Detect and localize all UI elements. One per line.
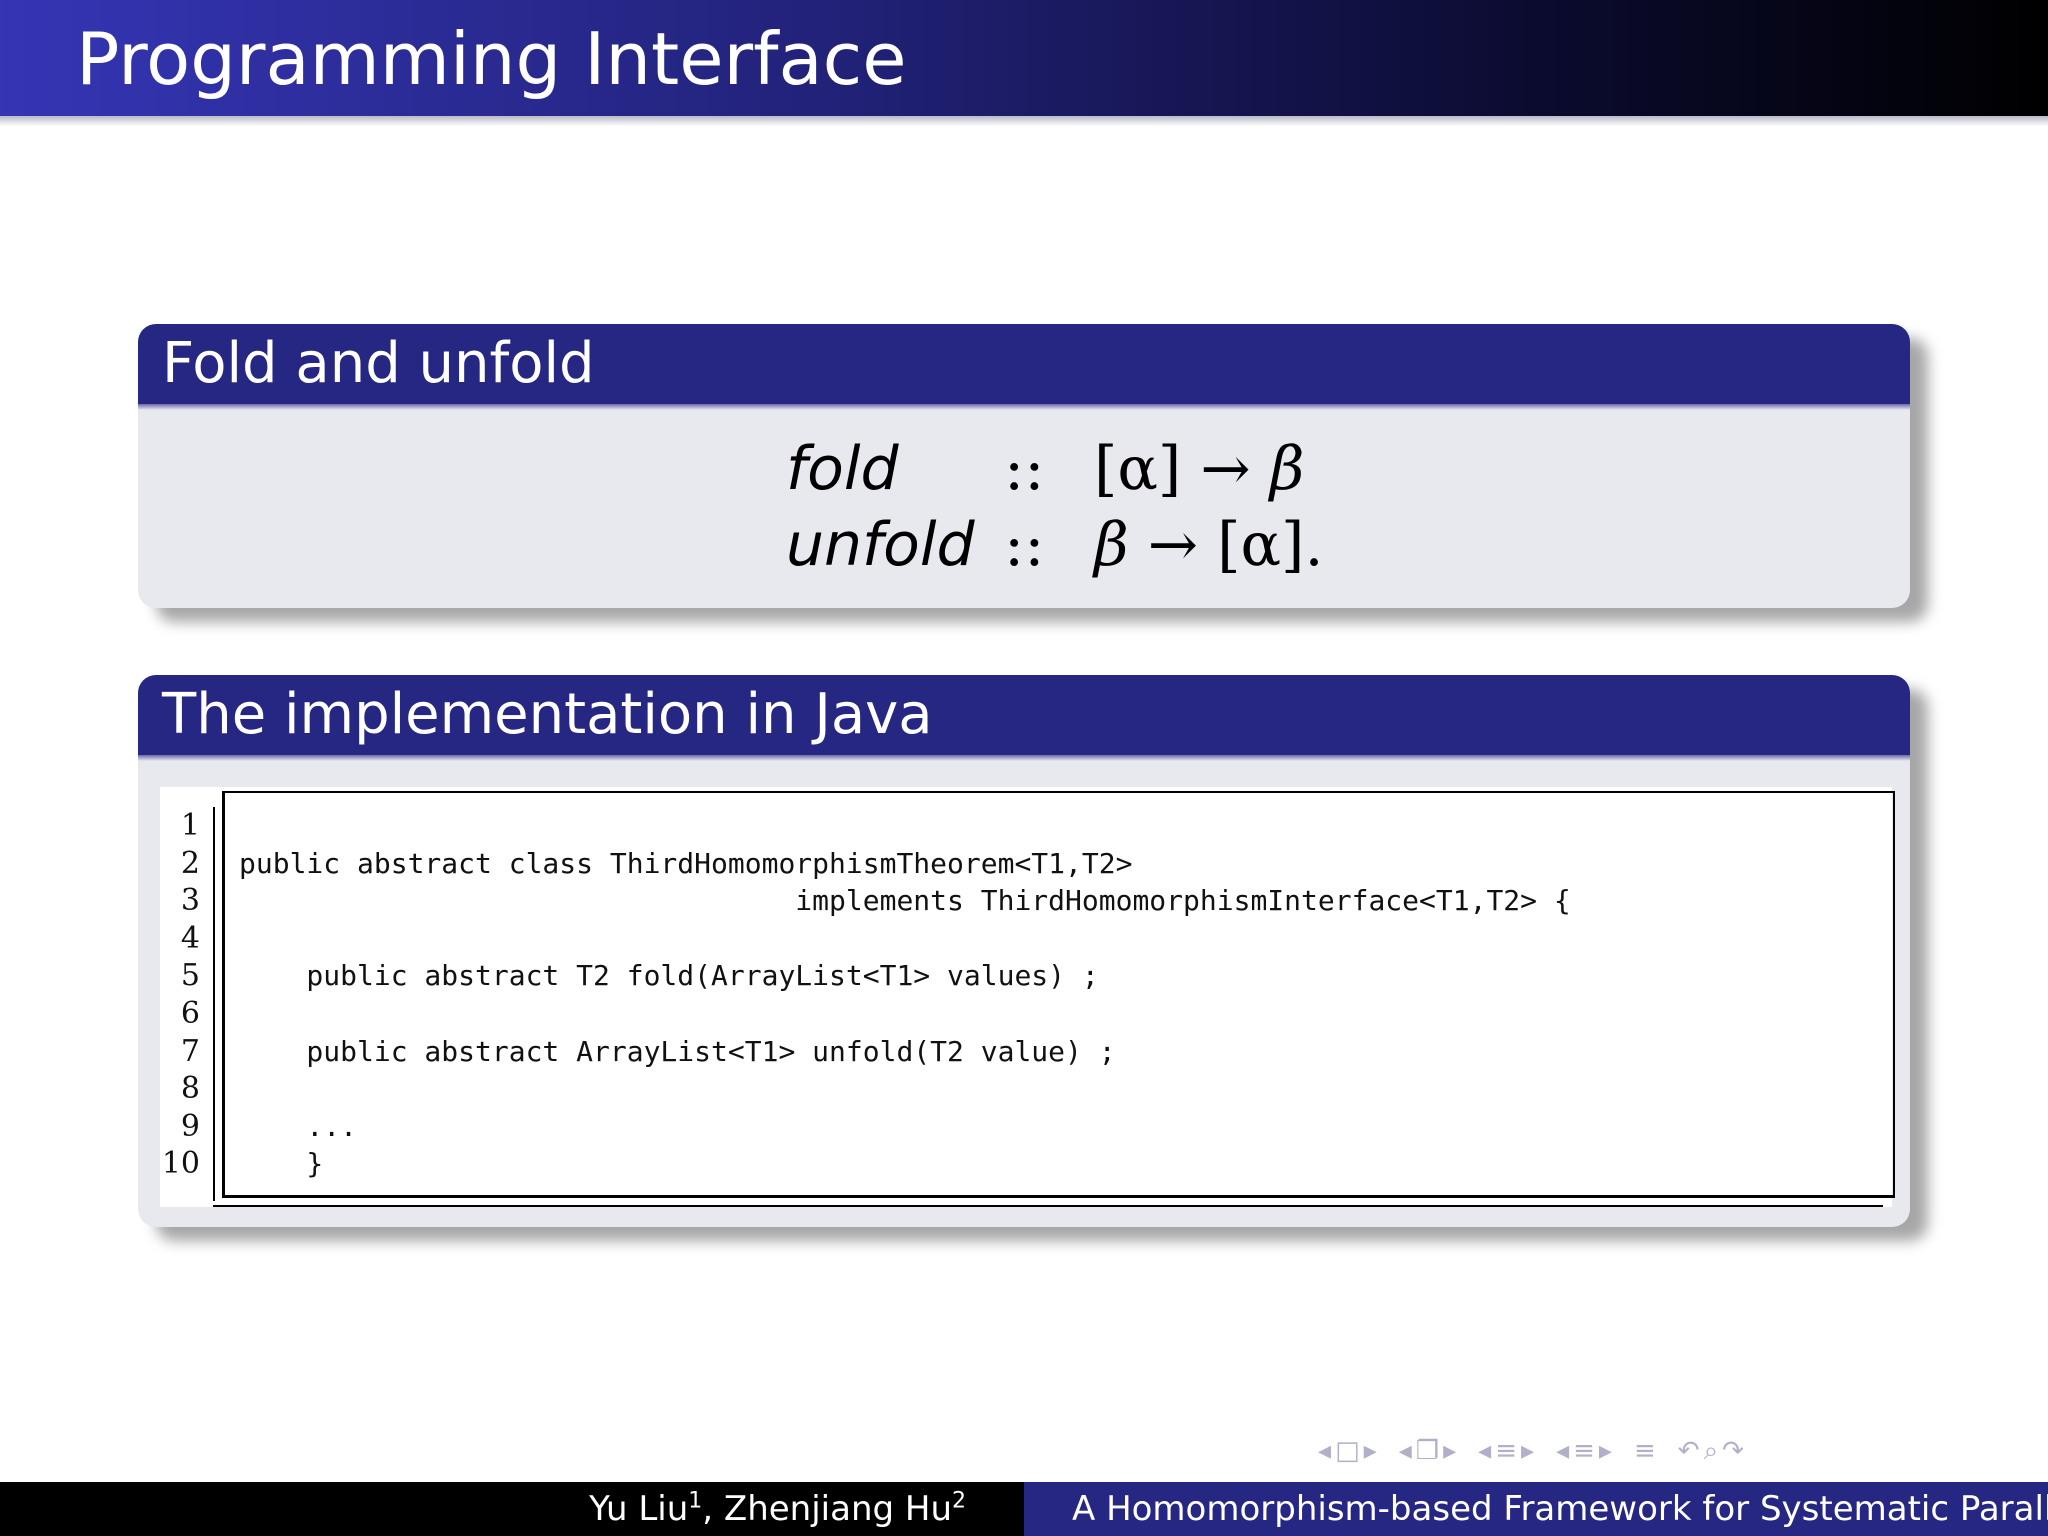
fold-block-title: Fold and unfold xyxy=(138,324,1910,410)
line-number: 8 xyxy=(180,1071,200,1107)
nav-left-icon[interactable]: ◂ xyxy=(1399,1434,1412,1468)
footer-talk-title: A Homomorphism-based Framework for Syste… xyxy=(1072,1489,2048,1529)
equation-sep: :: xyxy=(1004,434,1045,504)
equation-rhs: β → [α]. xyxy=(1094,510,1324,580)
code-frame: public abstract class ThirdHomomorphismT… xyxy=(213,791,1895,1207)
code-listing: 1 2 3 4 5 6 7 8 9 10 public abstract class ThirdH… xyxy=(160,787,1895,1207)
section-icon[interactable]: ≡ xyxy=(1573,1434,1595,1468)
nav-left-icon[interactable]: ◂ xyxy=(1556,1434,1569,1468)
align-icon[interactable]: ≡ xyxy=(1634,1434,1656,1468)
line-number: 7 xyxy=(180,1033,200,1069)
line-number: 6 xyxy=(180,995,200,1031)
line-number: 1 xyxy=(180,808,200,843)
code-line: implements ThirdHomomorphismInterface<T1… xyxy=(239,884,1571,918)
code-line: public abstract T2 fold(ArrayList<T1> va… xyxy=(239,959,1099,993)
nav-left-icon[interactable]: ◂ xyxy=(1478,1434,1491,1468)
equation-lhs: unfold xyxy=(786,510,975,580)
arrow: → xyxy=(1200,434,1251,504)
equation-rhs: [α] → β xyxy=(1094,434,1304,504)
redo-icon[interactable]: ↷ xyxy=(1722,1434,1744,1468)
author-name: Zhenjiang Hu xyxy=(723,1489,952,1529)
rhs-a: [α] xyxy=(1094,434,1182,504)
slide-title-bar: Programming Interface xyxy=(0,0,2048,126)
line-number: 2 xyxy=(180,845,200,881)
code-line: public abstract ArrayList<T1> unfold(T2 … xyxy=(239,1034,1116,1068)
undo-icon[interactable]: ↶ xyxy=(1678,1434,1700,1468)
rhs-a: β xyxy=(1094,510,1129,580)
author-affiliation: 1 xyxy=(688,1488,703,1514)
fold-equation: fold :: [α] → β xyxy=(138,434,1910,504)
equation-sep: :: xyxy=(1004,510,1045,580)
unfold-equation: unfold :: β → [α]. xyxy=(138,510,1910,580)
nav-right-icon[interactable]: ▸ xyxy=(1443,1434,1456,1468)
nav-right-icon[interactable]: ▸ xyxy=(1599,1434,1612,1468)
rhs-b: β xyxy=(1269,434,1305,504)
author-affiliation: 2 xyxy=(952,1488,966,1514)
java-implementation-block: The implementation in Java 1 2 3 4 5 6 7 8 9 10 p… xyxy=(138,675,1910,1227)
line-number: 10 xyxy=(161,1146,200,1182)
slide-title: Programming Interface xyxy=(76,17,907,101)
author-name: Yu Liu xyxy=(589,1489,689,1529)
code-line: public abstract class ThirdHomomorphismT… xyxy=(239,846,1133,880)
nav-left-icon[interactable]: ◂ xyxy=(1318,1434,1331,1468)
line-number: 4 xyxy=(180,920,200,956)
nav-right-icon[interactable]: ▸ xyxy=(1364,1434,1377,1468)
code-line: ... xyxy=(239,1109,358,1143)
footer-authors: Yu Liu1, Zhenjiang Hu2 xyxy=(589,1482,966,1536)
line-number: 5 xyxy=(180,958,200,994)
footer-title-bar: A Homomorphism-based Framework for Syste… xyxy=(1024,1482,2048,1536)
java-block-title: The implementation in Java xyxy=(138,675,1910,761)
equation-lhs: fold xyxy=(786,434,899,504)
fold-unfold-block: Fold and unfold fold :: [α] → β unfold :… xyxy=(138,324,1910,608)
beamer-navigation[interactable]: ◂ □ ▸ ◂ ❐ ▸ ◂ ≡ ▸ ◂ ≡ ▸ ≡ ↶ ⌕ ↷ xyxy=(1318,1434,2038,1468)
line-number: 3 xyxy=(180,883,200,919)
search-icon[interactable]: ⌕ xyxy=(1704,1434,1719,1468)
author-separator: , xyxy=(702,1489,724,1529)
rhs-b: [α] xyxy=(1217,510,1305,580)
nav-right-icon[interactable]: ▸ xyxy=(1521,1434,1534,1468)
section-icon[interactable]: ≡ xyxy=(1495,1434,1517,1468)
arrow: → xyxy=(1147,510,1199,580)
footer-authors-bar: Yu Liu1, Zhenjiang Hu2 xyxy=(0,1482,1024,1536)
line-number: 9 xyxy=(180,1108,200,1144)
subsection-icon[interactable]: ❐ xyxy=(1416,1434,1439,1468)
frame-icon[interactable]: □ xyxy=(1335,1434,1360,1468)
line-numbers: 1 2 3 4 5 6 7 8 9 10 xyxy=(160,807,200,1183)
code-lines: public abstract class ThirdHomomorphismT… xyxy=(239,807,1571,1183)
rhs-end: . xyxy=(1304,510,1324,580)
code-line: } xyxy=(239,1147,324,1181)
